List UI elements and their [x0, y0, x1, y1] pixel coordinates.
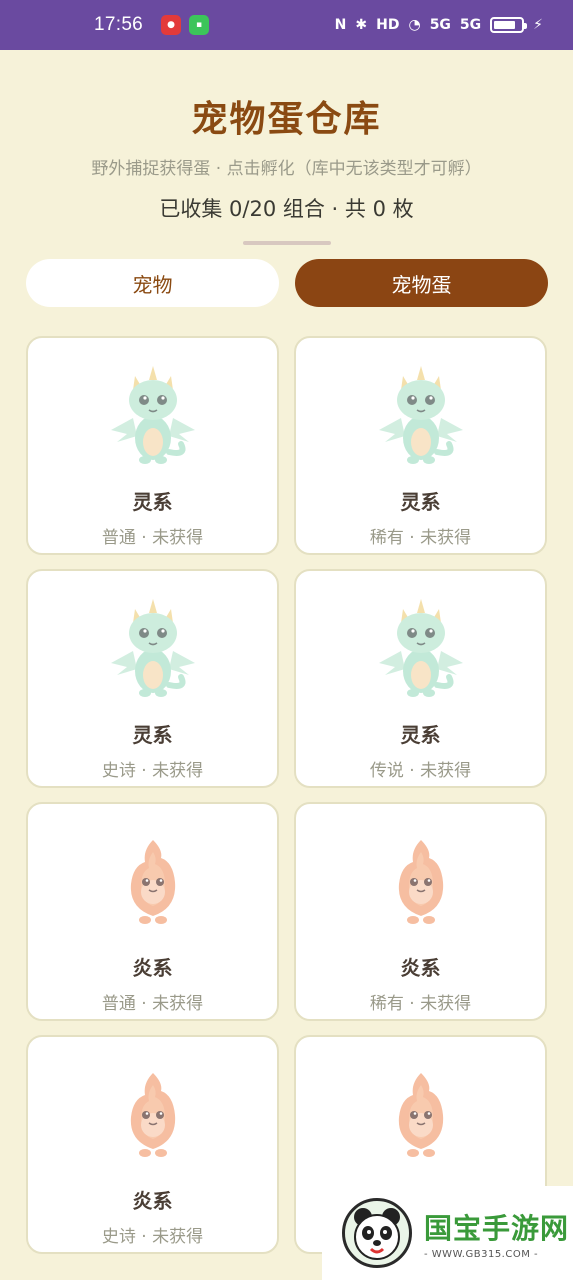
collection-stats: 已收集 0/20 组合 · 共 0 枚	[159, 197, 414, 221]
spirit-dragon-icon	[103, 360, 203, 470]
hd-icon: HD	[376, 17, 400, 33]
spirit-dragon-icon	[371, 593, 471, 703]
egg-type: 炎系	[132, 1189, 173, 1213]
egg-status: 史诗 · 未获得	[101, 761, 204, 781]
signal-5g-icon: 5G	[429, 17, 451, 33]
egg-card[interactable]: 灵系 史诗 · 未获得	[26, 569, 279, 788]
egg-card[interactable]: 灵系 传说 · 未获得	[294, 569, 547, 788]
fire-spirit-icon	[397, 1072, 444, 1158]
status-bar: 17:56 ● ▪ N ✱ HD ◔ 5G 5G ⚡	[0, 0, 573, 50]
egg-type: 炎系	[400, 956, 441, 980]
tab-pet-eggs[interactable]: 宠物蛋	[295, 259, 548, 307]
egg-card[interactable]: 炎系 稀有 · 未获得	[294, 802, 547, 1021]
egg-card[interactable]: 灵系 稀有 · 未获得	[294, 336, 547, 555]
watermark-name: 国宝手游网	[424, 1211, 570, 1245]
egg-status: 稀有 · 未获得	[369, 994, 472, 1014]
egg-status: 稀有 · 未获得	[369, 528, 472, 548]
system-icons: N ✱ HD ◔ 5G 5G ⚡	[335, 17, 543, 33]
egg-type: 灵系	[132, 723, 173, 747]
page-title: 宠物蛋仓库	[191, 99, 382, 140]
spirit-dragon-icon	[371, 360, 471, 470]
battery-icon	[490, 17, 528, 33]
signal-5g-icon: 5G	[459, 17, 482, 33]
egg-status: 普通 · 未获得	[101, 994, 204, 1014]
egg-card[interactable]: 灵系 普通 · 未获得	[26, 336, 279, 555]
egg-status: 传说 · 未获得	[369, 761, 472, 781]
page-header: 宠物蛋仓库 野外捕捉获得蛋 · 点击孵化（库中无该类型才可孵） 已收集 0/20…	[0, 90, 573, 245]
wifi-icon: ◔	[408, 17, 421, 33]
page-subtitle: 野外捕捉获得蛋 · 点击孵化（库中无该类型才可孵）	[91, 159, 482, 179]
egg-type: 灵系	[400, 723, 441, 747]
charging-icon: ⚡	[533, 17, 543, 33]
fire-spirit-icon	[129, 839, 176, 925]
spirit-dragon-icon	[103, 593, 203, 703]
app-notification-icon: ●	[161, 15, 182, 35]
tab-pets[interactable]: 宠物	[26, 259, 279, 307]
fire-spirit-icon	[397, 839, 444, 925]
egg-type: 灵系	[132, 490, 173, 514]
egg-status: 史诗 · 未获得	[101, 1227, 204, 1247]
divider	[242, 241, 331, 245]
egg-card[interactable]: 炎系 史诗 · 未获得	[26, 1035, 279, 1254]
egg-card[interactable]: 炎系 普通 · 未获得	[26, 802, 279, 1021]
egg-grid: 灵系 普通 · 未获得 灵系 稀有 · 未获得 灵系 史诗 · 未获得 灵系 传…	[26, 336, 548, 1254]
fire-spirit-icon	[129, 1072, 176, 1158]
status-time: 17:56	[94, 14, 144, 35]
nfc-icon: N	[334, 17, 347, 33]
watermark-logo: 国宝手游网 - WWW.GB315.COM -	[322, 1186, 573, 1280]
bluetooth-icon: ✱	[355, 17, 368, 33]
watermark-url: - WWW.GB315.COM -	[424, 1248, 539, 1260]
panda-logo-icon	[342, 1198, 412, 1268]
egg-type: 灵系	[400, 490, 441, 514]
notification-icons: ● ▪	[161, 15, 210, 35]
message-notification-icon: ▪	[189, 15, 210, 35]
egg-status: 普通 · 未获得	[101, 528, 204, 548]
tab-bar: 宠物 宠物蛋	[26, 259, 548, 307]
egg-type: 炎系	[132, 956, 173, 980]
